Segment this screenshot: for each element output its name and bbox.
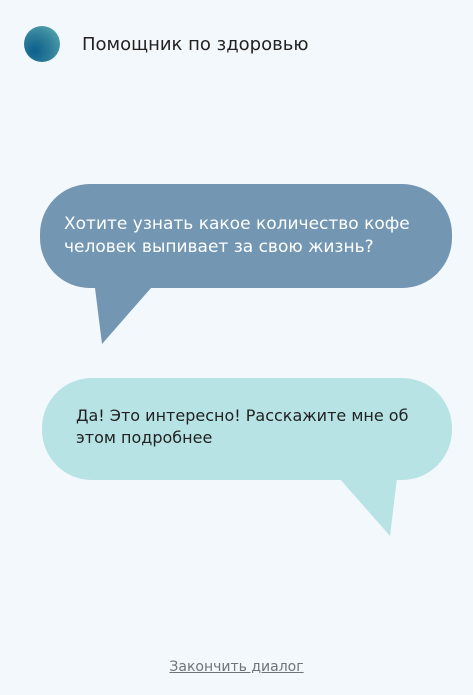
page-title: Помощник по здоровью [82, 34, 309, 55]
chat-screen: Помощник по здоровью Хотите узнать какое… [0, 0, 473, 695]
user-message: Да! Это интересно! Расскажите мне об это… [42, 378, 452, 538]
user-message-text: Да! Это интересно! Расскажите мне об это… [76, 406, 409, 447]
assistant-avatar [24, 26, 60, 62]
assistant-message: Хотите узнать какое количество кофе чело… [40, 184, 452, 344]
end-dialog-link[interactable]: Закончить диалог [0, 658, 473, 676]
assistant-message-text: Хотите узнать какое количество кофе чело… [64, 214, 410, 257]
chat-header: Помощник по здоровью [24, 26, 444, 66]
